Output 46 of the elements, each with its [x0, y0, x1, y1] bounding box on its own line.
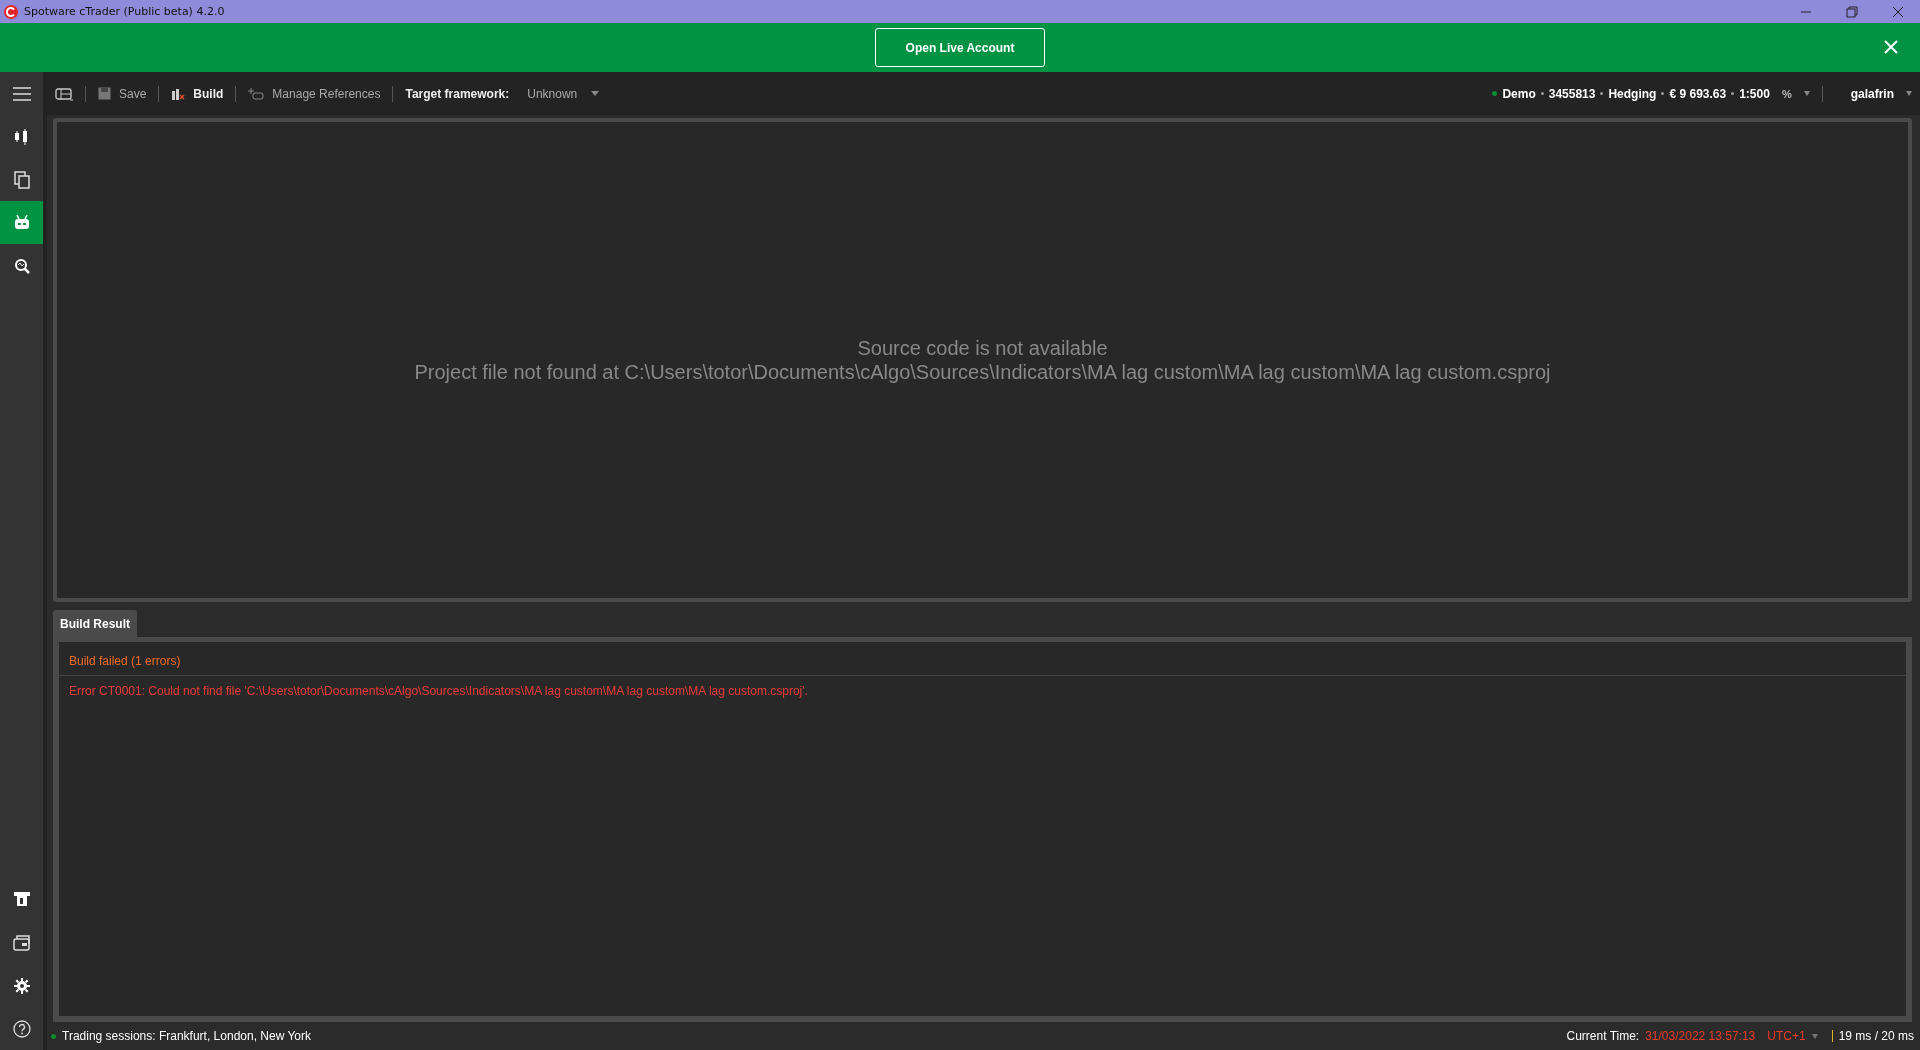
- save-icon: [98, 87, 111, 100]
- help-icon[interactable]: [12, 1019, 31, 1038]
- trading-icon[interactable]: [12, 890, 31, 909]
- error-message: Error CT0001: Could not find file 'C:\Users\totor\Documents\cAlgo\Sources\Indicators\MA lag custom\MA lag custom\MA lag custom.csproj'.: [68, 683, 809, 700]
- search-icon: [12, 256, 31, 275]
- account-info-text: 3455813: [1548, 86, 1596, 101]
- build-status-text: Build failed (1 errors): [59, 642, 1906, 676]
- build-result-tab[interactable]: Build Result: [53, 610, 137, 637]
- target-framework-dropdown[interactable]: Unknown: [521, 86, 606, 101]
- window-title: Spotware cTrader (Public beta) 4.2.0: [24, 5, 225, 18]
- open-live-account-button[interactable]: Open Live Account: [875, 28, 1045, 67]
- timezone-selector[interactable]: UTC+1: [1767, 1029, 1806, 1043]
- caret-icon[interactable]: [1803, 91, 1810, 96]
- editor-message: Project file not found at C:\Users\totor\Documents\cAlgo\Sources\Indicators\MA lag custom\MA lag custom\MA lag custom.csproj: [414, 360, 1551, 384]
- close-icon[interactable]: [1892, 5, 1904, 18]
- layout-icon[interactable]: [55, 86, 73, 101]
- caret-icon[interactable]: [1906, 91, 1912, 96]
- robot-icon: [12, 213, 31, 232]
- menu-icon[interactable]: [12, 86, 31, 101]
- settings-icon[interactable]: [12, 976, 31, 995]
- build-button[interactable]: Build: [171, 86, 224, 101]
- percent-toggle[interactable]: %: [1781, 87, 1792, 100]
- caret-icon[interactable]: [1811, 1033, 1818, 1039]
- status-dot-icon: [51, 1033, 56, 1039]
- current-time-value: 31/03/2022 13:57:13: [1645, 1029, 1756, 1043]
- app-logo-icon: [4, 4, 18, 19]
- status-dot-icon: [1492, 91, 1498, 96]
- build-icon: [171, 87, 186, 100]
- trading-sessions-text: Trading sessions: Frankfurt, London, New York: [62, 1029, 312, 1043]
- editor-message: Source code is not available: [857, 336, 1108, 360]
- copy-icon: [12, 170, 31, 189]
- manage-references-button[interactable]: Manage References: [248, 86, 381, 101]
- caret-icon: [591, 91, 600, 96]
- account-info-text: Hedging: [1608, 86, 1657, 101]
- current-time-label: Current Time:: [1566, 1029, 1640, 1043]
- account-info-text: € 9 693.63: [1669, 86, 1727, 101]
- target-framework-label: Target framework:: [405, 86, 510, 101]
- account-info-text: Demo: [1502, 86, 1536, 101]
- user-menu[interactable]: galafrin: [1850, 86, 1894, 101]
- latency-text: 19 ms / 20 ms: [1838, 1029, 1914, 1043]
- restore-icon[interactable]: [1846, 5, 1858, 18]
- references-icon: [248, 87, 265, 100]
- account-selector[interactable]: Demo 3455813 Hedging € 9 693.63 1:500: [1502, 86, 1770, 101]
- save-button[interactable]: Save: [98, 86, 147, 101]
- account-info-text: 1:500: [1739, 86, 1770, 101]
- wallet-icon[interactable]: [12, 933, 31, 952]
